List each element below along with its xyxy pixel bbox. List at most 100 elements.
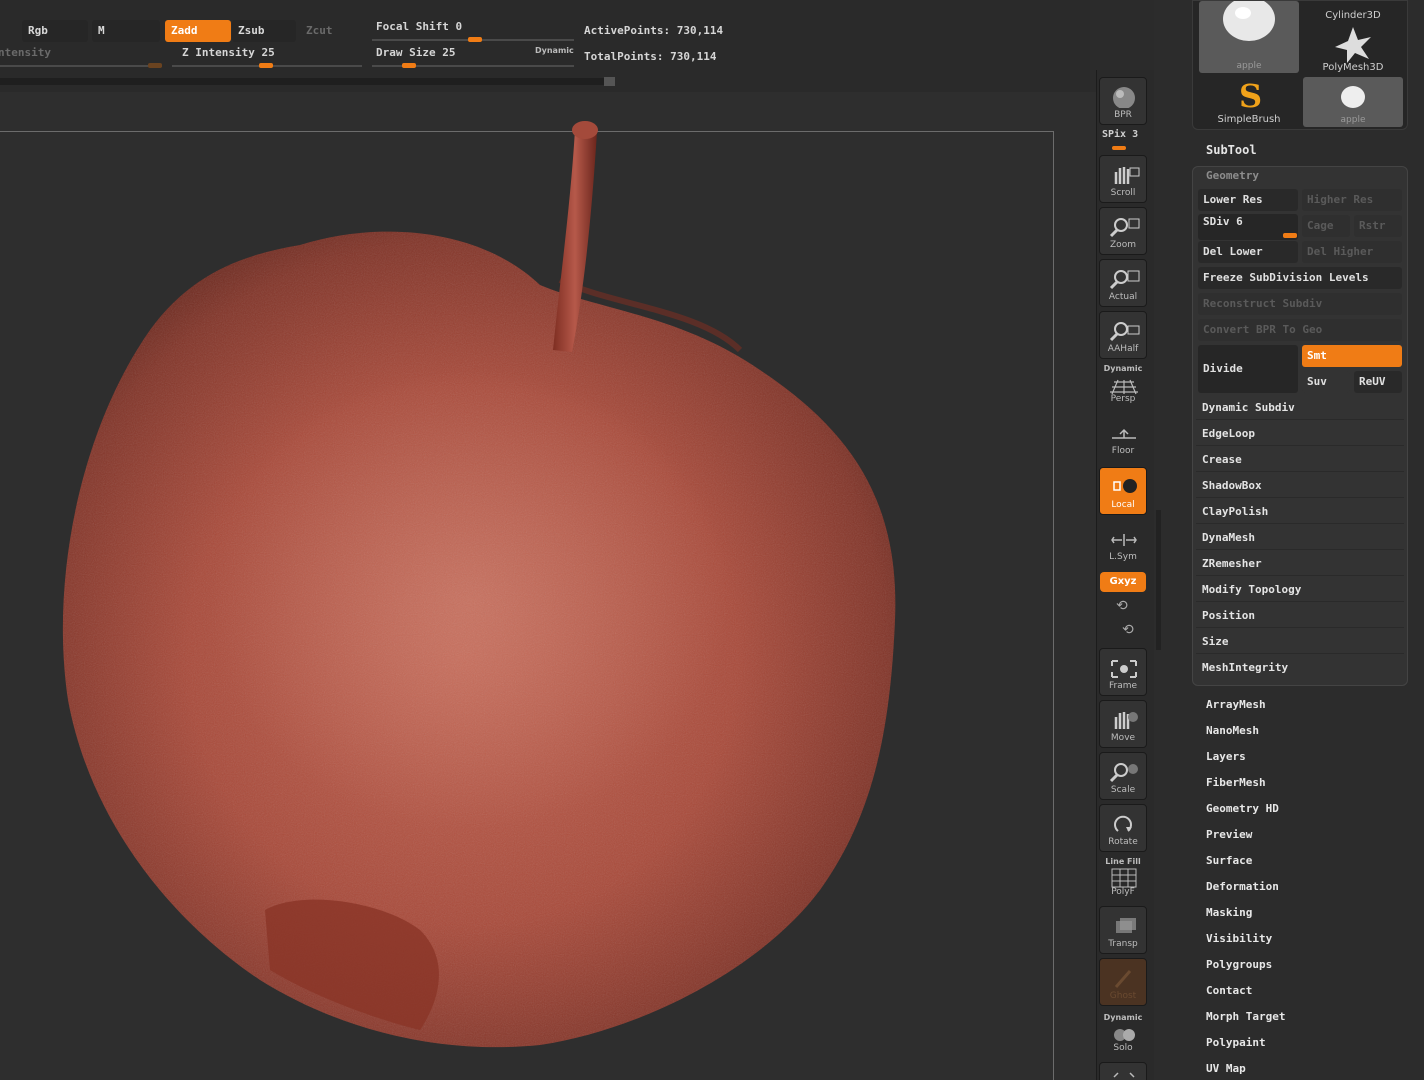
sdiv-label: SDiv 6 (1203, 215, 1243, 228)
menu-item-nanomesh[interactable]: NanoMesh (1206, 724, 1259, 737)
polyf-label: PolyF (1111, 887, 1135, 897)
tool-thumb-apple-2[interactable]: apple (1303, 77, 1403, 127)
sdiv-slider-knob[interactable] (1283, 233, 1297, 238)
menu-item-geometry-hd[interactable]: Geometry HD (1206, 802, 1279, 815)
rotate-z-icon[interactable]: ⟲ (1122, 622, 1134, 638)
reconstruct-subdiv-button[interactable]: Reconstruct Subdiv (1198, 293, 1402, 315)
geometry-item-edgeloop[interactable]: EdgeLoop (1196, 422, 1404, 446)
zadd-button[interactable]: Zadd (165, 20, 231, 42)
z-intensity-slider-knob[interactable] (259, 63, 273, 68)
draw-size-slider-knob[interactable] (402, 63, 416, 68)
del-higher-button[interactable]: Del Higher (1302, 241, 1402, 263)
rotate-button[interactable]: Rotate (1099, 804, 1147, 852)
del-lower-button[interactable]: Del Lower (1198, 241, 1298, 263)
polyf-linefill-label: Line Fill (1105, 857, 1141, 866)
floor-button[interactable]: Floor (1099, 413, 1147, 461)
hand-icon (1114, 712, 1138, 729)
freeze-subdivision-button[interactable]: Freeze SubDivision Levels (1198, 267, 1402, 289)
geometry-title[interactable]: Geometry (1206, 169, 1259, 182)
cage-button[interactable]: Cage (1302, 215, 1350, 237)
geometry-item-position[interactable]: Position (1196, 604, 1404, 628)
geometry-item-crease[interactable]: Crease (1196, 448, 1404, 472)
apple-stem-tip (572, 121, 598, 139)
apple-texture (62, 231, 896, 1048)
intensity-slider-knob[interactable] (148, 63, 162, 68)
panel-collapse-handle[interactable] (1156, 510, 1161, 650)
suv-toggle[interactable]: Suv (1302, 371, 1350, 393)
xyz-rotation-button[interactable]: Gxyz (1100, 572, 1146, 592)
zcut-button[interactable]: Zcut (300, 20, 360, 42)
menu-item-fibermesh[interactable]: FiberMesh (1206, 776, 1266, 789)
tool-thumb-cylinder3d[interactable]: Cylinder3D (1303, 1, 1403, 23)
divide-button[interactable]: Divide (1198, 345, 1298, 393)
dynamic-toggle[interactable]: Dynamic (535, 46, 574, 55)
menu-item-masking[interactable]: Masking (1206, 906, 1252, 919)
ghost-button[interactable]: Ghost (1099, 958, 1147, 1006)
simplebrush-icon: S (1239, 77, 1262, 115)
bpr-button[interactable]: BPR (1099, 77, 1147, 125)
rotate-y-icon[interactable]: ⟲ (1116, 598, 1128, 614)
polyf-button[interactable]: Line Fill PolyF (1099, 854, 1147, 902)
menu-item-contact[interactable]: Contact (1206, 984, 1252, 997)
geometry-item-zremesher[interactable]: ZRemesher (1196, 552, 1404, 576)
convert-bpr-button[interactable]: Convert BPR To Geo (1198, 319, 1402, 341)
tool-thumb-label: SimpleBrush (1217, 114, 1281, 125)
menu-item-visibility[interactable]: Visibility (1206, 932, 1272, 945)
geometry-item-dynamic-subdiv[interactable]: Dynamic Subdiv (1196, 396, 1404, 420)
xpose-button[interactable] (1099, 1062, 1147, 1080)
geometry-item-size[interactable]: Size (1196, 630, 1404, 654)
frame-button[interactable]: Frame (1099, 648, 1147, 696)
menu-item-polygroups[interactable]: Polygroups (1206, 958, 1272, 971)
intensity-slider-track[interactable] (0, 65, 162, 67)
lsym-button[interactable]: L.Sym (1099, 519, 1147, 567)
geometry-item-claypolish[interactable]: ClayPolish (1196, 500, 1404, 524)
persp-button[interactable]: Dynamic Persp (1099, 361, 1147, 409)
apple-thumbnail-icon (1223, 1, 1275, 41)
menu-item-deformation[interactable]: Deformation (1206, 880, 1279, 893)
top-toolbar: Rgb M Zadd Zsub Zcut ntensity Z Intensit… (0, 0, 1090, 92)
zsub-button[interactable]: Zsub (232, 20, 296, 42)
local-button[interactable]: Local (1099, 467, 1147, 515)
menu-item-surface[interactable]: Surface (1206, 854, 1252, 867)
scale-button[interactable]: Scale (1099, 752, 1147, 800)
tool-palette: apple Cylinder3D PolyMesh3D S SimpleBrus… (1192, 0, 1408, 130)
geometry-item-meshintegrity[interactable]: MeshIntegrity (1196, 656, 1404, 680)
menu-item-preview[interactable]: Preview (1206, 828, 1252, 841)
persp-label: Persp (1110, 394, 1136, 404)
smt-toggle[interactable]: Smt (1302, 345, 1402, 367)
menu-item-uv-map[interactable]: UV Map (1206, 1062, 1246, 1075)
actual-button[interactable]: Actual (1099, 259, 1147, 307)
spix-slider-knob[interactable] (1112, 146, 1126, 150)
horizontal-scrollbar-thumb[interactable] (604, 77, 615, 86)
apple-model[interactable] (0, 100, 1000, 1080)
aahalf-button[interactable]: AAHalf (1099, 311, 1147, 359)
focal-shift-slider-knob[interactable] (468, 37, 482, 42)
move-button[interactable]: Move (1099, 700, 1147, 748)
m-button[interactable]: M (92, 20, 160, 42)
geometry-item-modify-topology[interactable]: Modify Topology (1196, 578, 1404, 602)
spix-label[interactable]: SPix 3 (1102, 129, 1138, 140)
rotate-icon (1114, 815, 1132, 832)
lower-res-button[interactable]: Lower Res (1198, 189, 1298, 211)
menu-item-arraymesh[interactable]: ArrayMesh (1206, 698, 1266, 711)
rgb-button[interactable]: Rgb (22, 20, 88, 42)
intensity-label: ntensity (0, 46, 51, 59)
menu-item-layers[interactable]: Layers (1206, 750, 1246, 763)
reuv-button[interactable]: ReUV (1354, 371, 1402, 393)
rstr-button[interactable]: Rstr (1354, 215, 1402, 237)
tool-thumb-polymesh3d[interactable]: PolyMesh3D (1303, 25, 1403, 75)
geometry-item-shadowbox[interactable]: ShadowBox (1196, 474, 1404, 498)
menu-item-polypaint[interactable]: Polypaint (1206, 1036, 1266, 1049)
zoom-button[interactable]: Zoom (1099, 207, 1147, 255)
tool-thumb-apple[interactable]: apple (1199, 1, 1299, 73)
tool-thumb-simplebrush[interactable]: S SimpleBrush (1199, 77, 1299, 127)
geometry-item-dynamesh[interactable]: DynaMesh (1196, 526, 1404, 550)
menu-item-morph-target[interactable]: Morph Target (1206, 1010, 1285, 1023)
transp-button[interactable]: Transp (1099, 906, 1147, 954)
higher-res-button[interactable]: Higher Res (1302, 189, 1402, 211)
subtool-menu[interactable]: SubTool (1206, 143, 1257, 157)
scroll-button[interactable]: Scroll (1099, 155, 1147, 203)
horizontal-scrollbar[interactable] (0, 78, 612, 85)
transparency-icon (1116, 918, 1136, 933)
solo-button[interactable]: Dynamic Solo (1099, 1010, 1147, 1058)
